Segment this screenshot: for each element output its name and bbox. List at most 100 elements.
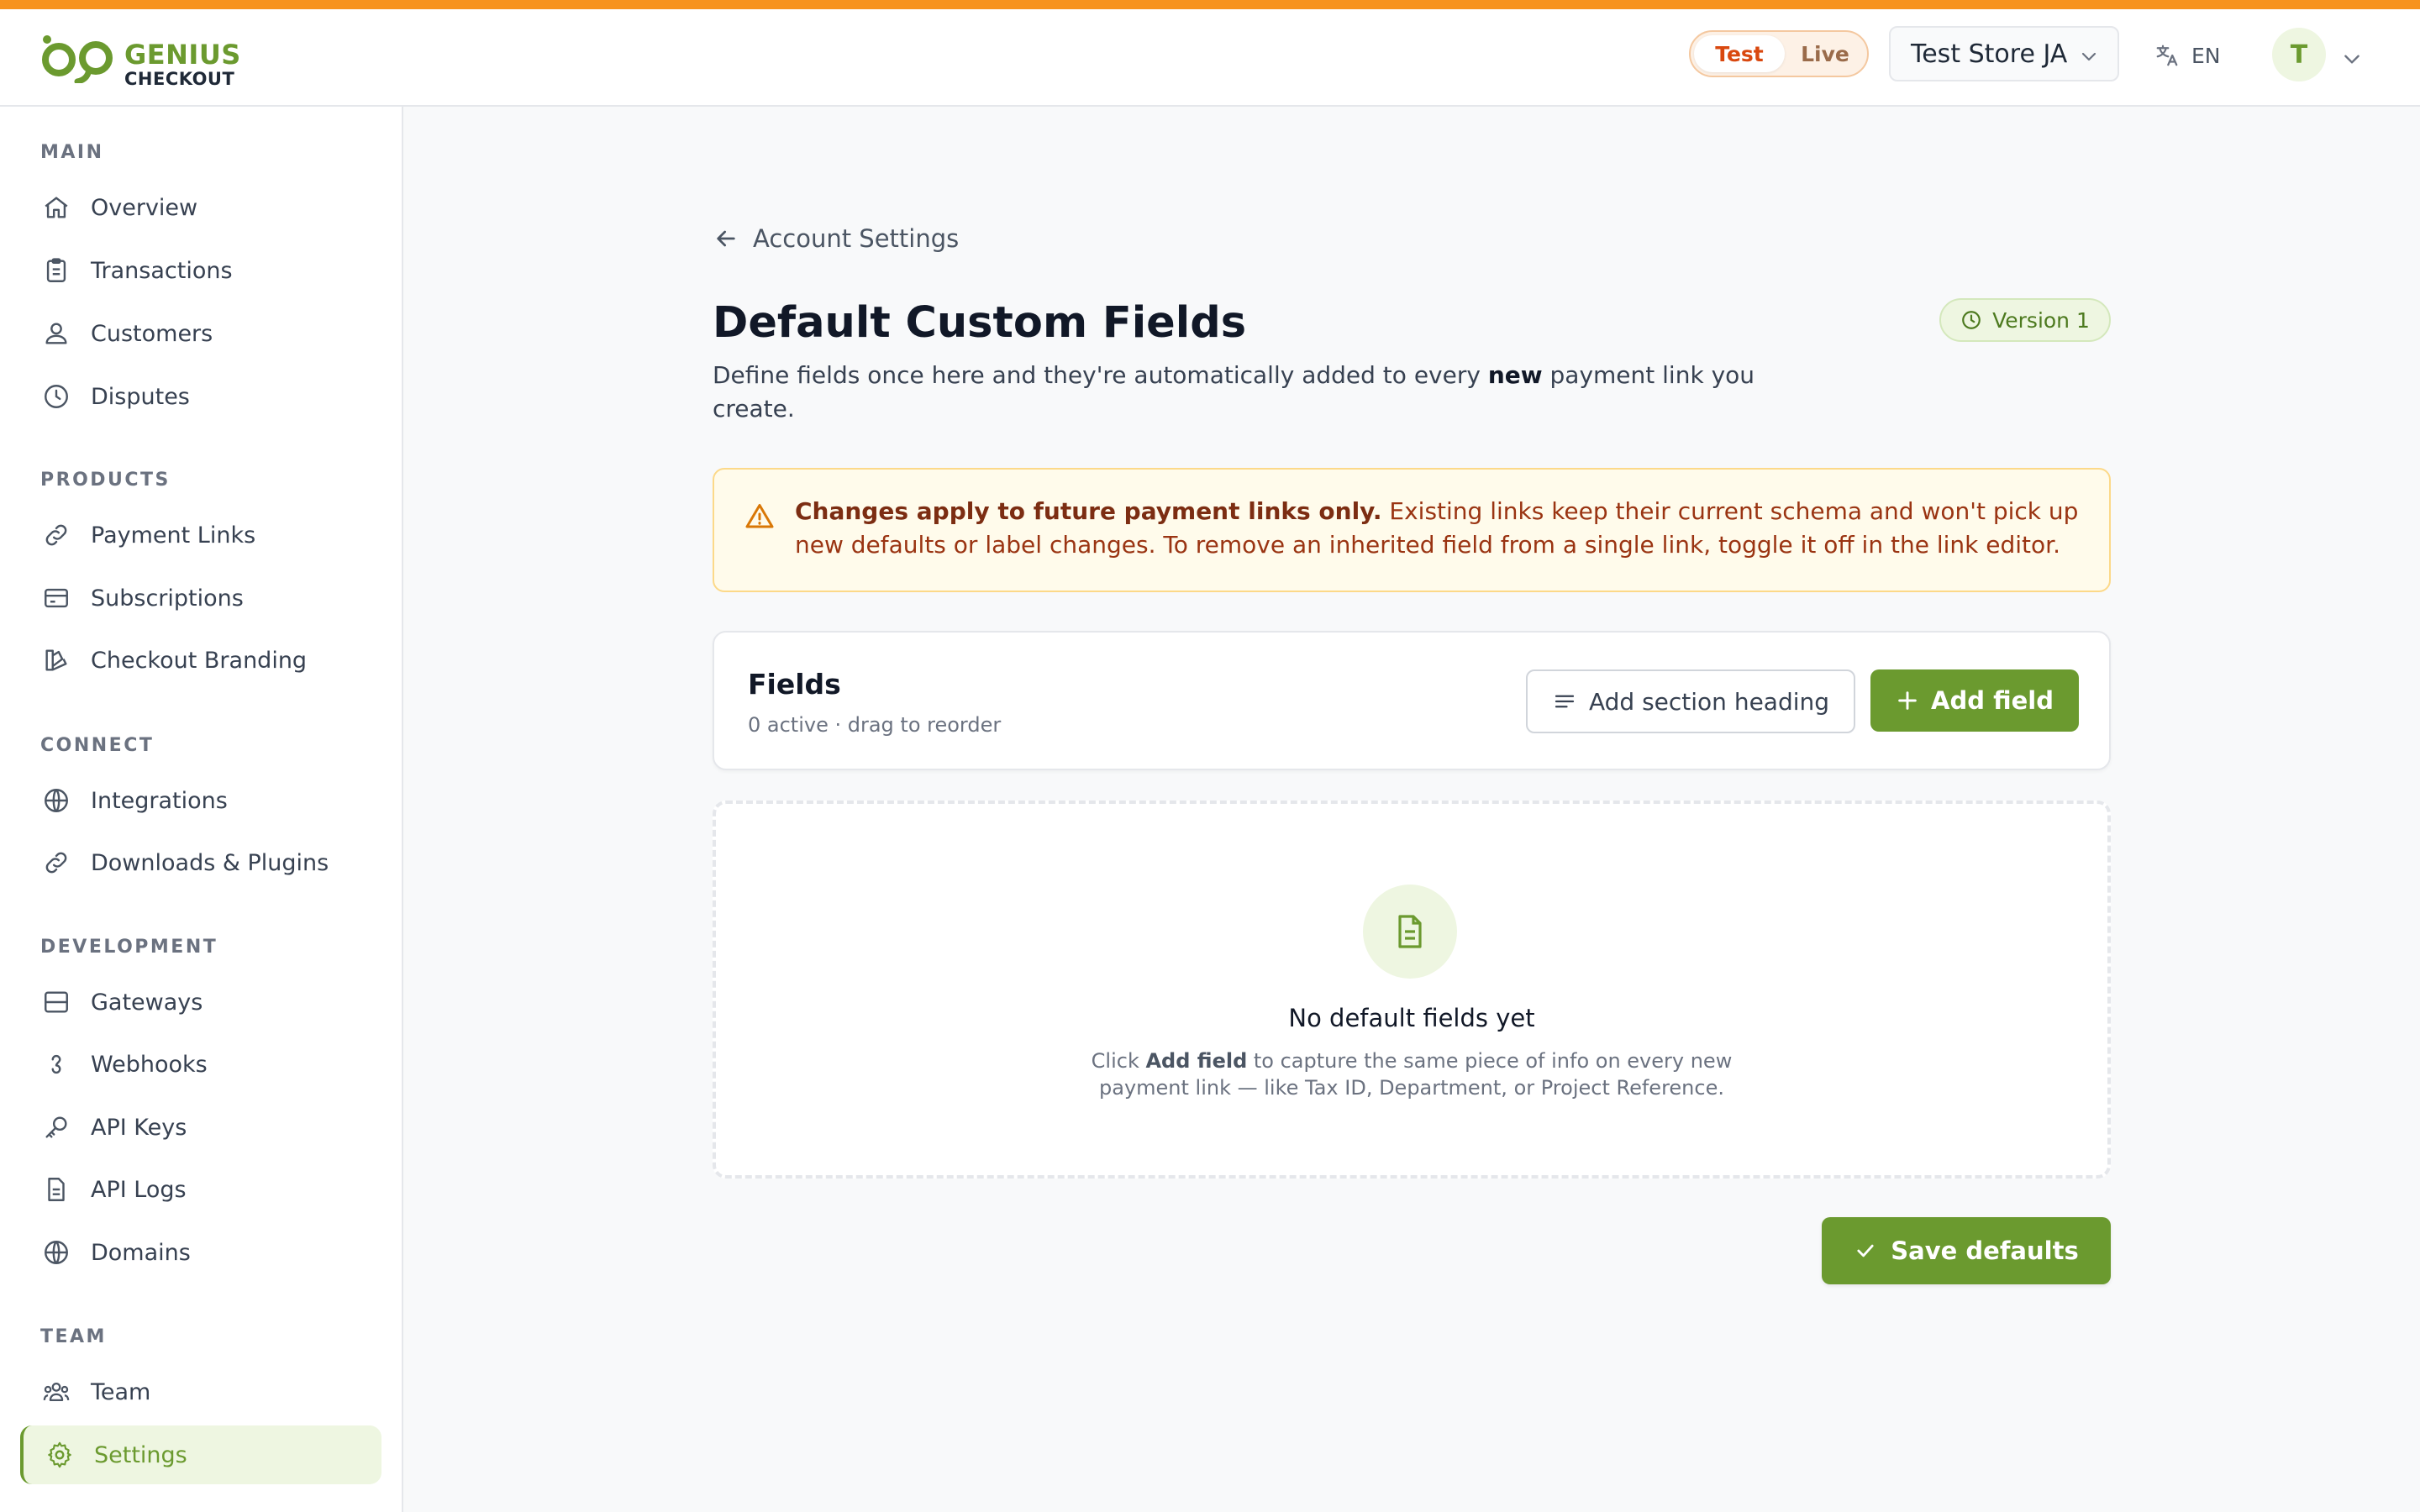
plus-icon xyxy=(1898,691,1917,710)
brand-logo[interactable]: GENIUS CHECKOUT xyxy=(40,29,242,88)
empty-desc-text: Click xyxy=(1091,1049,1146,1073)
sidebar-item-label: Payment Links xyxy=(91,522,256,549)
description-text: Define fields once here and they're auto… xyxy=(713,361,1488,389)
sidebar-section-development: DEVELOPMENT xyxy=(40,937,218,958)
save-defaults-button[interactable]: Save defaults xyxy=(1822,1217,2111,1284)
check-icon xyxy=(1857,1244,1874,1257)
sidebar-item-api-logs[interactable]: API Logs xyxy=(20,1160,381,1219)
sidebar-section-products: PRODUCTS xyxy=(40,470,171,491)
sidebar-item-settings[interactable]: Settings xyxy=(20,1425,381,1484)
description-emphasis: new xyxy=(1487,361,1543,389)
home-icon xyxy=(45,197,68,218)
future-links-notice: Changes apply to future payment links on… xyxy=(713,468,2111,592)
key-icon xyxy=(45,1116,67,1138)
file-icon xyxy=(48,1178,65,1201)
document-icon xyxy=(1398,915,1422,948)
user-avatar[interactable]: T xyxy=(2272,28,2326,81)
add-section-heading-label: Add section heading xyxy=(1588,687,1830,716)
chevron-down-icon xyxy=(2081,52,2096,61)
sidebar-item-label: Downloads & Plugins xyxy=(91,849,329,876)
link-icon xyxy=(45,852,67,874)
chevron-down-icon[interactable] xyxy=(2341,48,2363,70)
mode-live-option[interactable]: Live xyxy=(1785,35,1865,72)
server-icon xyxy=(45,991,68,1013)
sidebar-item-label: Gateways xyxy=(91,989,203,1016)
sidebar-item-integrations[interactable]: Integrations xyxy=(20,771,381,830)
sidebar-item-label: Webhooks xyxy=(91,1051,208,1078)
sidebar-item-gateways[interactable]: Gateways xyxy=(20,973,381,1032)
version-label: Version 1 xyxy=(1992,307,2090,333)
card-icon xyxy=(45,588,68,608)
fields-card: Fields 0 active · drag to reorder Add se… xyxy=(713,631,2111,770)
sidebar-item-label: Disputes xyxy=(91,383,190,410)
top-accent-strip xyxy=(0,0,2420,9)
globe-icon xyxy=(45,1241,68,1264)
sidebar-item-webhooks[interactable]: Webhooks xyxy=(20,1035,381,1094)
brand-wordmark: GENIUS CHECKOUT xyxy=(124,41,241,88)
translate-icon xyxy=(2156,45,2178,66)
clipboard-icon xyxy=(46,258,66,282)
logo-mark-icon xyxy=(42,35,113,83)
empty-state-icon-wrap xyxy=(1363,885,1457,979)
back-to-account-settings-link[interactable]: Account Settings xyxy=(713,224,959,253)
sidebar-item-label: Customers xyxy=(91,320,213,347)
sidebar-item-transactions[interactable]: Transactions xyxy=(20,241,381,300)
sidebar-item-payment-links[interactable]: Payment Links xyxy=(20,506,381,564)
top-header: GENIUS CHECKOUT Test Live Test Store JA … xyxy=(0,9,2420,107)
mode-toggle[interactable]: Test Live xyxy=(1689,30,1869,77)
arrow-left-icon xyxy=(717,230,735,247)
sidebar-item-domains[interactable]: Domains xyxy=(20,1223,381,1282)
main-content: Account Settings Default Custom Fields D… xyxy=(405,107,2420,1512)
add-field-label: Add field xyxy=(1931,686,2054,715)
language-label: EN xyxy=(2191,43,2221,68)
notice-bold: Changes apply to future payment links on… xyxy=(795,497,1382,525)
sidebar-item-label: Settings xyxy=(94,1441,187,1468)
globe-icon xyxy=(45,789,68,812)
sidebar-item-subscriptions[interactable]: Subscriptions xyxy=(20,569,381,627)
page-title: Default Custom Fields xyxy=(713,298,1247,348)
page-description: Define fields once here and they're auto… xyxy=(713,359,1805,426)
empty-state-title: No default fields yet xyxy=(1288,1004,1535,1032)
link-icon xyxy=(45,524,67,546)
sidebar-item-downloads-plugins[interactable]: Downloads & Plugins xyxy=(20,833,381,892)
store-selector-value: Test Store JA xyxy=(1911,39,2068,69)
sidebar-item-label: API Logs xyxy=(91,1176,187,1203)
sidebar-item-label: Overview xyxy=(91,194,198,221)
sidebar-item-team[interactable]: Team xyxy=(20,1362,381,1421)
clock-icon xyxy=(1962,311,1981,329)
sidebar-item-api-keys[interactable]: API Keys xyxy=(20,1098,381,1157)
warning-icon xyxy=(745,504,774,528)
brand-name-line1: GENIUS xyxy=(124,39,241,71)
brand-name-line2: CHECKOUT xyxy=(124,69,235,89)
palette-icon xyxy=(45,649,67,671)
sidebar-item-customers[interactable]: Customers xyxy=(20,304,381,363)
store-selector[interactable]: Test Store JA xyxy=(1889,26,2119,81)
add-field-button[interactable]: Add field xyxy=(1870,669,2079,732)
empty-state-description: Click Add field to capture the same piec… xyxy=(1069,1047,1754,1101)
sidebar: MAIN Overview Transactions Customers Dis… xyxy=(0,107,403,1512)
team-icon xyxy=(43,1382,70,1402)
webhook-icon xyxy=(51,1054,61,1074)
back-link-label: Account Settings xyxy=(753,224,960,253)
users-icon xyxy=(45,323,67,344)
sidebar-section-connect: CONNECT xyxy=(40,735,155,756)
add-section-heading-button[interactable]: Add section heading xyxy=(1526,669,1855,733)
lines-icon xyxy=(1555,695,1575,708)
sidebar-section-main: MAIN xyxy=(40,142,104,163)
sidebar-item-checkout-branding[interactable]: Checkout Branding xyxy=(20,631,381,690)
notice-text: Changes apply to future payment links on… xyxy=(795,495,2089,562)
sidebar-section-team: TEAM xyxy=(40,1326,107,1347)
empty-state: No default fields yet Click Add field to… xyxy=(713,801,2111,1179)
fields-title: Fields xyxy=(748,668,841,701)
save-defaults-label: Save defaults xyxy=(1891,1236,2079,1265)
version-badge: Version 1 xyxy=(1939,298,2111,342)
language-selector[interactable]: EN xyxy=(2154,43,2221,68)
fields-subtitle: 0 active · drag to reorder xyxy=(748,713,1002,737)
sidebar-item-overview[interactable]: Overview xyxy=(20,178,381,237)
sidebar-item-label: Subscriptions xyxy=(91,585,244,612)
mode-test-option[interactable]: Test xyxy=(1694,35,1785,72)
sidebar-item-label: Checkout Branding xyxy=(91,647,308,674)
sidebar-item-label: Team xyxy=(91,1378,151,1405)
clock-icon xyxy=(45,385,68,408)
sidebar-item-disputes[interactable]: Disputes xyxy=(20,367,381,426)
